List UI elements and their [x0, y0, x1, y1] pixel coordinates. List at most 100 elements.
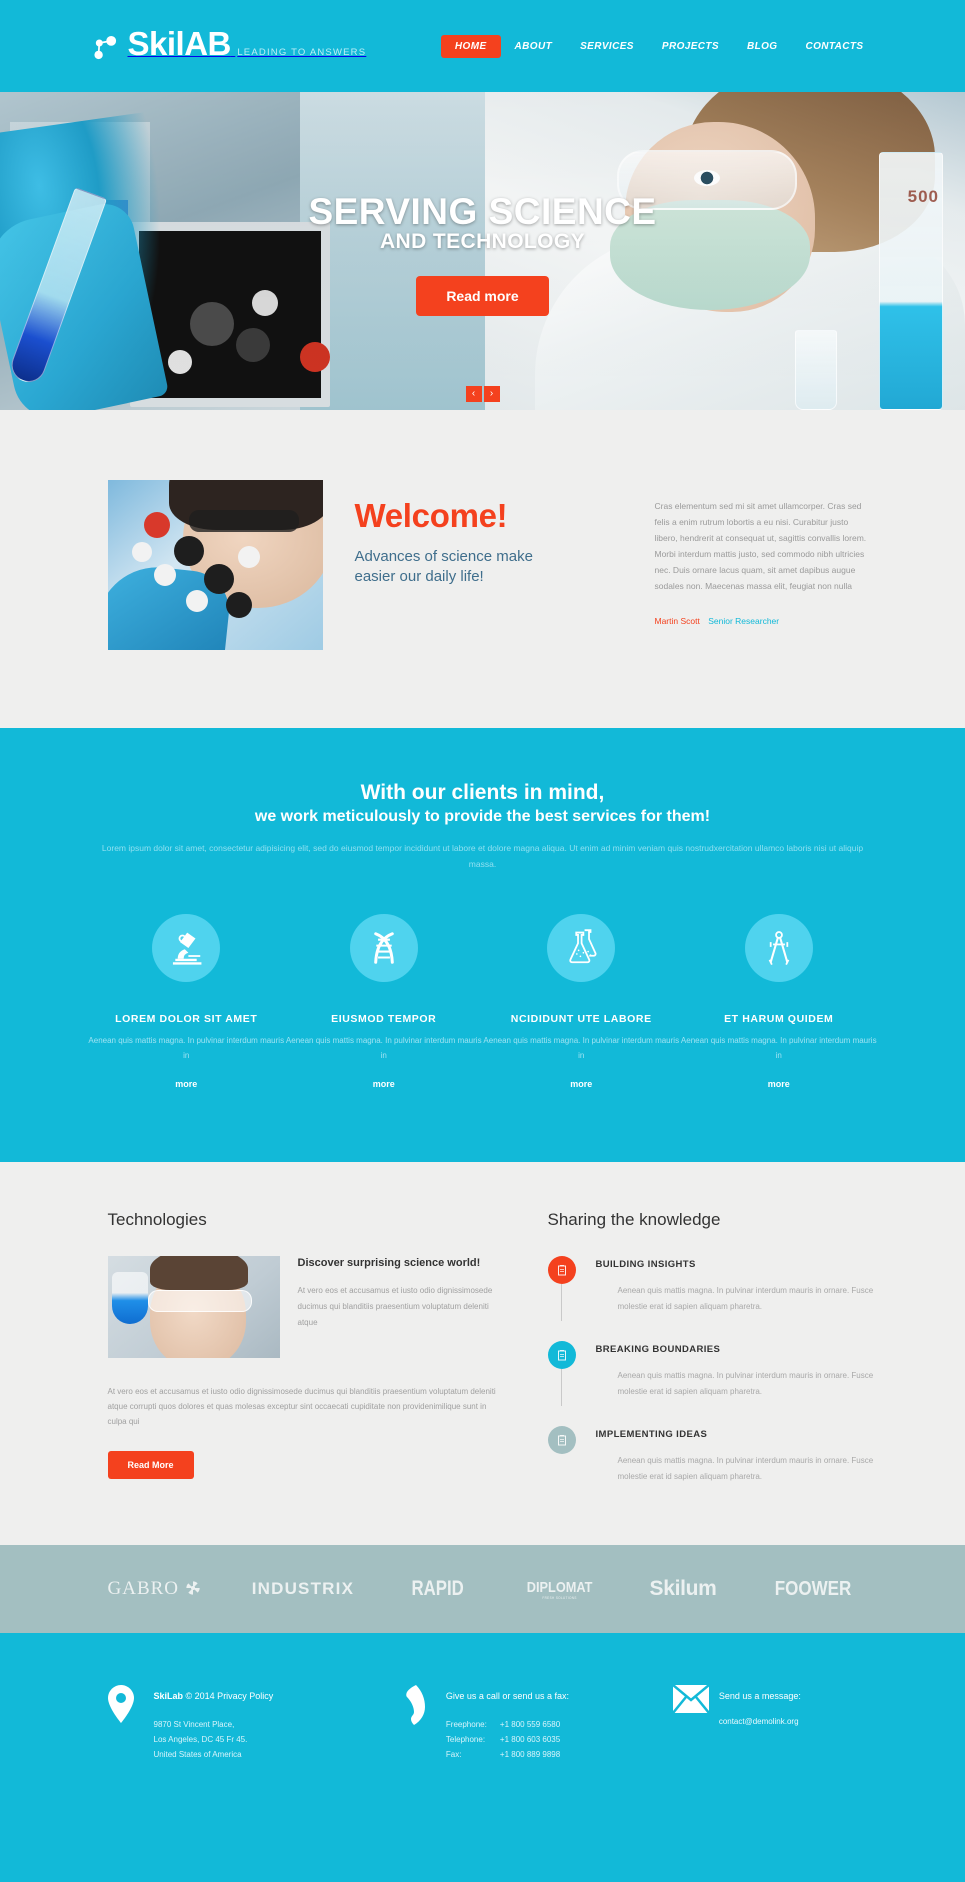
knowledge-item-title: BUILDING INSIGHTS [595, 1259, 696, 1270]
nav-item-home[interactable]: HOME [440, 34, 501, 58]
clients-heading-secondary: we work meticulously to provide the best… [254, 808, 711, 825]
knowledge-item-3: IMPLEMENTING IDEAS Aenean quis mattis ma… [547, 1426, 878, 1485]
footer-brand: SkiLab [153, 1691, 184, 1701]
clients-section: With our clients in mind, we work meticu… [0, 728, 965, 1162]
knowledge-item-title: IMPLEMENTING IDEAS [595, 1429, 708, 1440]
technologies-read-more-button[interactable]: Read More [107, 1451, 194, 1479]
service-card-2[interactable]: EIUSMOD TEMPOR Aenean quis mattis magna.… [285, 914, 483, 1092]
service-text: Aenean quis mattis magna. In pulvinar in… [680, 1036, 877, 1060]
knowledge-heading: Sharing the knowledge [547, 1210, 721, 1229]
service-more-link[interactable]: more [570, 1079, 592, 1089]
welcome-credit-name: Martin Scott [654, 616, 700, 626]
phone-icon [400, 1685, 446, 1762]
technologies-card-text: At vero eos et accusamus et iusto odio d… [297, 1286, 493, 1327]
welcome-credit-role: Senior Researcher [708, 616, 780, 626]
location-pin-icon [107, 1685, 154, 1762]
main-nav: HOME ABOUT SERVICES PROJECTS BLOG CONTAC… [440, 34, 878, 58]
footer-telephone-value: +1 800 603 6035 [499, 1735, 561, 1744]
footer-mail-link[interactable]: contact@demolink.org [719, 1717, 799, 1726]
welcome-subheading: Advances of science make easier our dail… [354, 548, 533, 585]
partner-logo-diplomat[interactable]: DIPLOMAT FRESH SOLUTIONS [527, 1579, 593, 1600]
partner-logo-rapid[interactable]: RAPID [412, 1577, 464, 1601]
technologies-section: Technologies Discover surprising science… [0, 1162, 965, 1545]
partners-strip: GABRO INDUSTRIX RAPID DIPLOMAT FRESH SOL… [0, 1545, 965, 1633]
service-card-3[interactable]: NCIDIDUNT UTE LABORE Aenean quis mattis … [483, 914, 681, 1092]
footer-freephone-value: +1 800 559 6580 [499, 1720, 561, 1729]
service-title: NCIDIDUNT UTE LABORE [510, 1013, 652, 1025]
knowledge-item-1: BUILDING INSIGHTS Aenean quis mattis mag… [547, 1256, 878, 1341]
site-header: SkilAB LEADING TO ANSWERS HOME ABOUT SER… [0, 0, 965, 92]
slider-navigation: ‹ › [465, 386, 500, 402]
footer-address: 9870 St Vincent Place, Los Angeles, DC 4… [154, 1717, 274, 1762]
knowledge-item-text: Aenean quis mattis magna. In pulvinar in… [617, 1456, 874, 1481]
partner-logo-foower[interactable]: FOOWER [774, 1578, 851, 1601]
service-more-link[interactable]: more [373, 1079, 395, 1089]
footer-phone-column: Give us a call or send us a fax: Freepho… [400, 1685, 673, 1762]
knowledge-timeline: BUILDING INSIGHTS Aenean quis mattis mag… [547, 1256, 878, 1485]
welcome-credit: Martin Scott Senior Researcher [655, 616, 870, 626]
dna-icon [349, 914, 418, 982]
pinwheel-icon [186, 1581, 200, 1595]
flasks-icon [547, 914, 616, 982]
hero-read-more-button[interactable]: Read more [416, 276, 549, 316]
footer-phone-title: Give us a call or send us a fax: [445, 1691, 569, 1701]
knowledge-item-title: BREAKING BOUNDARIES [595, 1344, 721, 1355]
clipboard-icon [547, 1256, 576, 1284]
footer-address-column: SkiLab © 2014 Privacy Policy 9870 St Vin… [107, 1685, 400, 1762]
nav-item-blog[interactable]: BLOG [733, 35, 792, 58]
footer-mail-title: Send us a message: [718, 1691, 801, 1701]
microscope-icon [152, 914, 221, 982]
footer-brand-line: SkiLab © 2014 Privacy Policy [154, 1689, 274, 1703]
footer-address-line1: 9870 St Vincent Place, [153, 1720, 235, 1729]
nav-item-projects[interactable]: PROJECTS [648, 35, 733, 58]
service-text: Aenean quis mattis magna. In pulvinar in… [285, 1036, 482, 1060]
clients-heading-primary: With our clients in mind, [360, 781, 605, 804]
footer-mail-column: Send us a message: contact@demolink.org [671, 1684, 878, 1762]
slider-next-button[interactable]: › [483, 386, 500, 402]
molecule-logo-icon [93, 35, 121, 65]
hero-title-line2: AND TECHNOLOGY [379, 230, 586, 253]
technologies-card-title: Discover surprising science world! [297, 1257, 481, 1269]
site-footer: SkiLab © 2014 Privacy Policy 9870 St Vin… [0, 1633, 965, 1882]
partner-logo-skilum[interactable]: Skilum [650, 1577, 717, 1601]
knowledge-item-text: Aenean quis mattis magna. In pulvinar in… [617, 1286, 874, 1311]
service-title: ET HARUM QUIDEM [724, 1013, 834, 1025]
footer-address-line2: Los Angeles, DC 45 Fr 45. [153, 1735, 248, 1744]
knowledge-item-text: Aenean quis mattis magna. In pulvinar in… [617, 1371, 874, 1396]
logo-tagline: LEADING TO ANSWERS [237, 47, 367, 58]
clipboard-icon [547, 1341, 576, 1369]
slider-prev-button[interactable]: ‹ [465, 386, 482, 402]
service-more-link[interactable]: more [768, 1079, 790, 1089]
clipboard-icon [547, 1426, 576, 1454]
site-logo[interactable]: SkilAB LEADING TO ANSWERS [93, 27, 367, 65]
compass-icon [744, 914, 813, 982]
partner-logo-gabro[interactable]: GABRO [108, 1578, 201, 1600]
footer-fax-value: +1 800 889 9898 [499, 1750, 561, 1759]
knowledge-item-2: BREAKING BOUNDARIES Aenean quis mattis m… [547, 1341, 878, 1426]
service-more-link[interactable]: more [175, 1079, 197, 1089]
nav-item-services[interactable]: SERVICES [566, 35, 648, 58]
nav-item-contacts[interactable]: CONTACTS [791, 35, 877, 58]
service-card-4[interactable]: ET HARUM QUIDEM Aenean quis mattis magna… [680, 914, 878, 1092]
service-title: EIUSMOD TEMPOR [331, 1013, 437, 1025]
welcome-heading: Welcome! [354, 497, 508, 534]
nav-item-about[interactable]: ABOUT [501, 35, 567, 58]
scientist-photo [107, 1256, 280, 1358]
footer-fax-label: Fax: [445, 1750, 462, 1759]
page-root: SkilAB LEADING TO ANSWERS HOME ABOUT SER… [0, 0, 965, 1882]
footer-freephone-label: Freephone: [445, 1720, 487, 1729]
service-title: LOREM DOLOR SIT AMET [115, 1013, 258, 1025]
service-text: Aenean quis mattis magna. In pulvinar in… [88, 1036, 285, 1060]
partner-logo-industrix[interactable]: INDUSTRIX [252, 1579, 354, 1599]
technologies-heading: Technologies [107, 1210, 207, 1229]
hero-caption: SERVING SCIENCE AND TECHNOLOGY Read more [0, 92, 965, 316]
envelope-icon [671, 1684, 719, 1762]
service-card-1[interactable]: LOREM DOLOR SIT AMET Aenean quis mattis … [88, 914, 286, 1092]
technologies-card: Discover surprising science world! At ve… [107, 1256, 498, 1358]
clients-paragraph: Lorem ipsum dolor sit amet, consectetur … [101, 843, 864, 869]
hero-title-line1: SERVING SCIENCE [308, 191, 657, 232]
footer-telephone-label: Telephone: [445, 1735, 486, 1744]
welcome-paragraph: Cras elementum sed mi sit amet ullamcorp… [654, 501, 867, 591]
service-text: Aenean quis mattis magna. In pulvinar in… [483, 1036, 680, 1060]
logo-name: SkilAB [127, 25, 232, 62]
